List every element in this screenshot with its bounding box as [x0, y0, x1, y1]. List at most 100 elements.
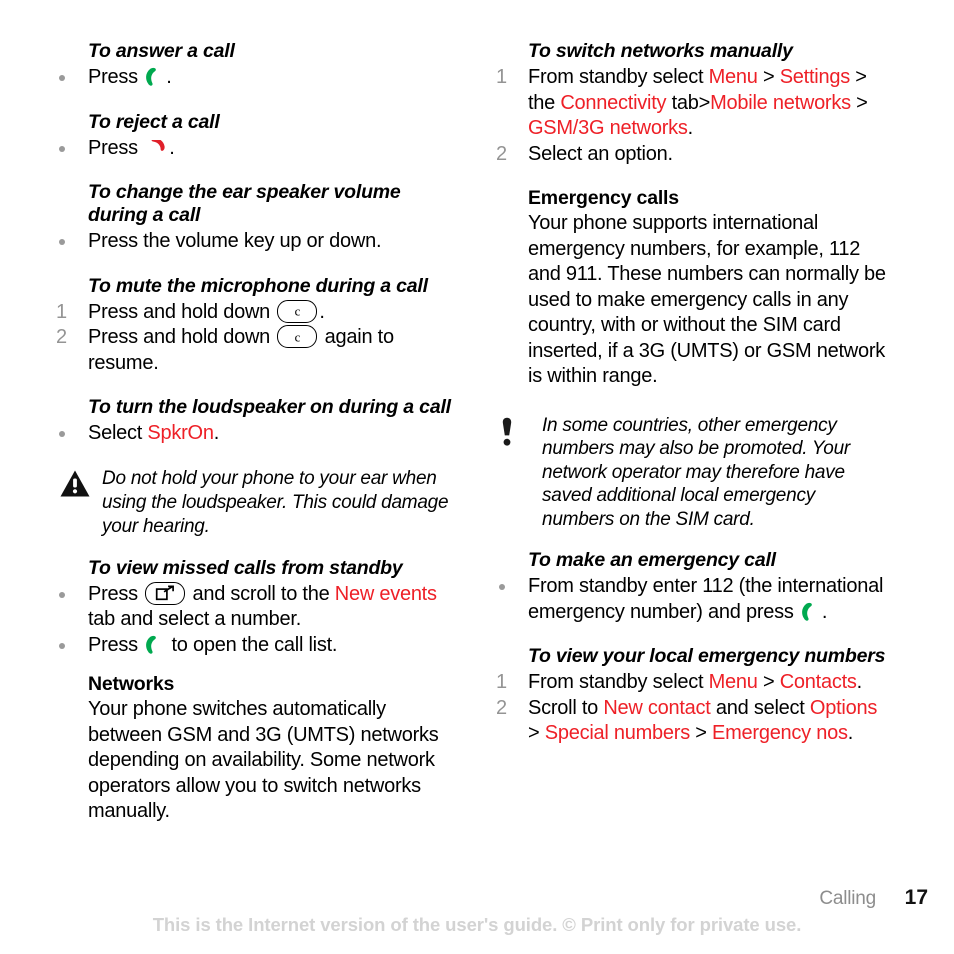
list-item: 2 Press and hold down c again to resume. [56, 325, 451, 376]
path-separator: > [856, 91, 868, 114]
clear-key-icon: c [277, 325, 318, 348]
menu-path-link[interactable]: Options [810, 697, 877, 719]
section-heading: To change the ear speaker volume during … [88, 181, 401, 226]
clear-key-label: c [294, 329, 301, 344]
step-text-post: . [821, 600, 828, 623]
step-text-post: tab and select a number. [88, 608, 302, 630]
note-callout: In some countries, other emergency numbe… [496, 414, 891, 532]
footer-disclaimer: This is the Internet version of the user… [152, 914, 802, 935]
menu-path-link[interactable]: Menu [709, 66, 758, 88]
section-body: Your phone switches automatically betwee… [88, 698, 439, 822]
list-item: Press to open the call list. [56, 633, 451, 659]
section-heading: To turn the loudspeaker on during a call [88, 396, 451, 418]
menu-path-link[interactable]: Contacts [780, 671, 857, 693]
step-text-b: and select [710, 696, 810, 719]
step-text-c: tab [666, 91, 699, 114]
activity-menu-key-icon [145, 581, 186, 605]
page-number: 17 [904, 886, 928, 909]
end-call-key-icon [144, 139, 168, 157]
step-list: Press . [56, 136, 451, 162]
warning-text: Do not hold your phone to your ear when … [102, 467, 449, 537]
step-text-a: From standby select [528, 671, 709, 693]
path-separator: > [757, 671, 780, 693]
step-list: 1 From standby select Menu > Contacts. 2S… [496, 670, 891, 747]
section-heading: Networks [88, 673, 175, 695]
step-list: Press and scroll to the New events tab a… [56, 581, 451, 659]
list-marker: 1 [496, 66, 507, 88]
clear-key-label: c [294, 303, 301, 319]
list-item: Press and scroll to the New events tab a… [56, 581, 451, 633]
step-text-pre: Press and hold down [88, 300, 276, 323]
section-heading: To reject a call [88, 110, 220, 133]
bullet-icon [499, 584, 505, 590]
call-key-icon [800, 602, 821, 621]
step-text-pre: Press [88, 136, 144, 159]
section-mute-microphone: To mute the microphone during a call 1 Pr… [56, 275, 451, 377]
path-separator: > [698, 91, 711, 114]
step-text-pre: Press [88, 633, 144, 656]
section-heading: To make an emergency call [528, 549, 776, 571]
section-view-local-emergency-numbers: To view your local emergency numbers 1 Fr… [496, 645, 891, 747]
step-text-post: . [166, 66, 172, 88]
list-item: Press the volume key up or down. [56, 229, 451, 255]
step-text-a: From standby select [528, 66, 709, 88]
step-list: From standby enter 112 (the internationa… [496, 574, 891, 625]
warning-callout: Do not hold your phone to your ear when … [56, 467, 451, 539]
section-body: Your phone supports international emerge… [528, 212, 886, 387]
section-heading: To switch networks manually [528, 40, 793, 62]
path-separator: > [528, 722, 545, 744]
step-text-d: . [687, 117, 694, 139]
step-text-b: . [856, 671, 863, 693]
section-to-answer-a-call: To answer a call Press . [56, 40, 451, 91]
menu-path-link[interactable]: New events [335, 583, 437, 605]
step-text-pre: Press [88, 582, 144, 605]
step-list: 1 Press and hold down c. 2 Press and hold … [56, 299, 451, 377]
section-make-emergency-call: To make an emergency call From standby e… [496, 549, 891, 625]
list-marker: 1 [496, 671, 507, 693]
bullet-icon [59, 239, 65, 245]
call-key-icon [144, 635, 165, 654]
menu-path-link[interactable]: New contact [603, 697, 711, 719]
menu-path-link[interactable]: Menu [709, 671, 758, 693]
step-text-pre: From standby enter 112 (the internationa… [528, 575, 884, 623]
right-column: To switch networks manually 1 From standb… [496, 40, 891, 753]
bullet-icon [59, 642, 65, 649]
manual-page: To answer a call Press . To reject a cal… [0, 0, 954, 954]
step-text-a: Scroll to [528, 696, 604, 719]
left-column: To answer a call Press . To reject a cal… [56, 40, 451, 831]
exclamation-note-icon [500, 417, 514, 447]
menu-path-link[interactable]: Connectivity [560, 92, 666, 114]
menu-path-link[interactable]: Special numbers [545, 722, 690, 744]
step-text-post: . [213, 422, 220, 444]
menu-path-link[interactable]: Settings [780, 66, 851, 88]
list-item: 1 Press and hold down c. [56, 299, 451, 326]
list-marker: 1 [56, 300, 67, 323]
menu-path-link[interactable]: SpkrOn [147, 422, 214, 444]
warning-triangle-icon [60, 470, 90, 497]
list-marker: 2 [496, 696, 507, 719]
path-separator: > [757, 66, 780, 88]
section-to-reject-a-call: To reject a call Press . [56, 111, 451, 162]
list-marker: 2 [56, 326, 67, 348]
menu-path-link[interactable]: GSM/3G networks [528, 117, 688, 139]
step-text-post: to open the call list. [166, 633, 338, 656]
menu-path-link[interactable]: Emergency nos [712, 722, 848, 744]
list-marker: 2 [496, 142, 507, 165]
list-item: From standby enter 112 (the internationa… [496, 574, 891, 625]
bullet-icon [59, 75, 65, 81]
path-separator: > [695, 722, 713, 744]
menu-path-link[interactable]: Mobile networks [710, 92, 851, 114]
section-heading: Emergency calls [528, 187, 679, 209]
list-item: 1 From standby select Menu > Contacts. [496, 670, 891, 696]
section-ear-speaker-volume: To change the ear speaker volume during … [56, 181, 451, 255]
step-text-c: . [847, 722, 854, 744]
list-item: 2 Scroll to New contact and select Option… [496, 696, 891, 747]
list-item: 2 Select an option. [496, 142, 891, 168]
section-heading: To view your local emergency numbers [528, 645, 886, 667]
